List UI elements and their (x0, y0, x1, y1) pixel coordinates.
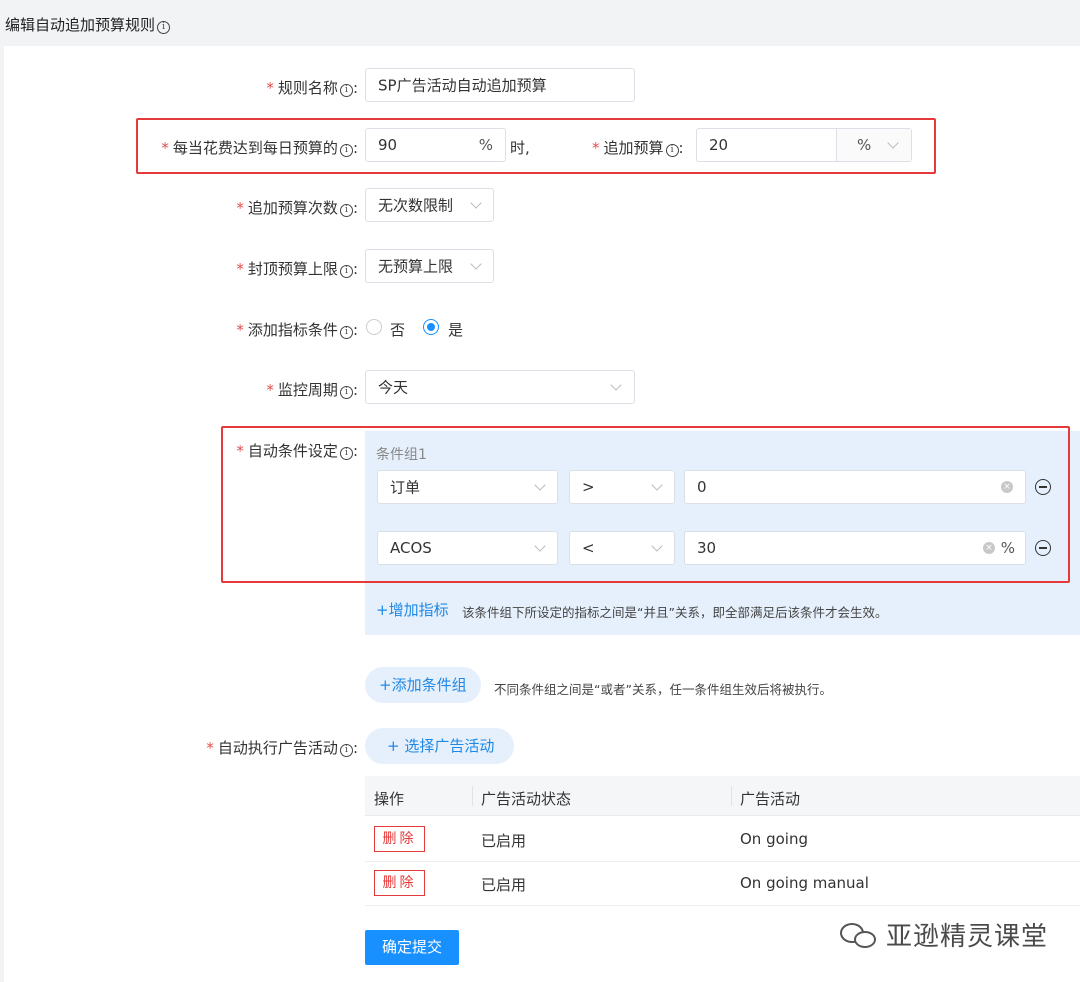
add-condition-group-button[interactable]: +添加条件组 (365, 667, 481, 703)
info-icon[interactable]: i (339, 386, 353, 399)
chevron-down-icon (610, 379, 622, 391)
info-icon[interactable]: i (339, 265, 353, 278)
watermark: 亚逊精灵课堂 (840, 916, 1048, 953)
column-header-campaign: 广告活动 (740, 790, 801, 808)
rule-name-label: * 规则名称 i: (266, 79, 358, 97)
radio-yes-label: 是 (448, 321, 464, 339)
watermark-text: 亚逊精灵课堂 (886, 922, 1049, 952)
budget-cap-label: * 封顶预算上限 i: (236, 260, 358, 278)
campaign-name: On going (740, 830, 808, 848)
page-title: 编辑自动追加预算规则 i (5, 14, 171, 35)
add-count-select[interactable]: 无次数限制 (365, 188, 494, 222)
info-icon[interactable]: i (339, 204, 353, 217)
column-header-status: 广告活动状态 (481, 790, 572, 808)
auto-campaigns-label: * 自动执行广告活动 i: (206, 739, 358, 757)
page-title-text: 编辑自动追加预算规则 (5, 16, 156, 34)
radio-no[interactable] (366, 319, 382, 335)
add-metric-condition-label: * 添加指标条件 i: (236, 321, 358, 339)
monitor-period-label: * 监控周期 i: (266, 381, 358, 399)
page-header: 编辑自动追加预算规则 i (0, 0, 1080, 46)
campaign-name: On going manual (740, 874, 869, 892)
campaign-status: 已启用 (481, 832, 527, 850)
add-count-label: * 追加预算次数 i: (236, 199, 358, 217)
add-metric-hint: 该条件组下所设定的指标之间是“并且”关系，即全部满足后该条件才会生效。 (462, 605, 888, 620)
add-group-hint: 不同条件组之间是“或者”关系，任一条件组生效后将被执行。 (494, 682, 832, 697)
highlight-frame (136, 118, 936, 174)
form-card: * 规则名称 i: SP广告活动自动追加预算 * 每当花费达到每日预算的 i: 90 %… (4, 46, 1080, 982)
info-icon[interactable]: i (157, 21, 171, 34)
add-metric-link[interactable]: +增加指标 (376, 599, 449, 620)
info-icon[interactable]: i (339, 84, 353, 97)
chevron-down-icon (470, 197, 482, 209)
chevron-down-icon (470, 258, 482, 270)
budget-cap-select[interactable]: 无预算上限 (365, 249, 494, 283)
campaign-status: 已启用 (481, 876, 527, 894)
campaign-table-header: 操作 广告活动状态 广告活动 (365, 776, 1080, 816)
monitor-period-select[interactable]: 今天 (365, 370, 635, 404)
delete-button[interactable]: 删除 (374, 826, 425, 852)
delete-button[interactable]: 删除 (374, 870, 425, 896)
column-header-action: 操作 (374, 790, 405, 808)
radio-yes[interactable] (423, 319, 439, 335)
select-campaign-button[interactable]: + 选择广告活动 (365, 728, 515, 764)
info-icon[interactable]: i (339, 744, 353, 757)
wechat-icon (840, 921, 880, 949)
highlight-frame (221, 426, 1070, 583)
submit-button[interactable]: 确定提交 (365, 930, 459, 965)
info-icon[interactable]: i (339, 326, 353, 339)
rule-name-input[interactable]: SP广告活动自动追加预算 (365, 68, 635, 102)
radio-no-label: 否 (390, 321, 406, 339)
